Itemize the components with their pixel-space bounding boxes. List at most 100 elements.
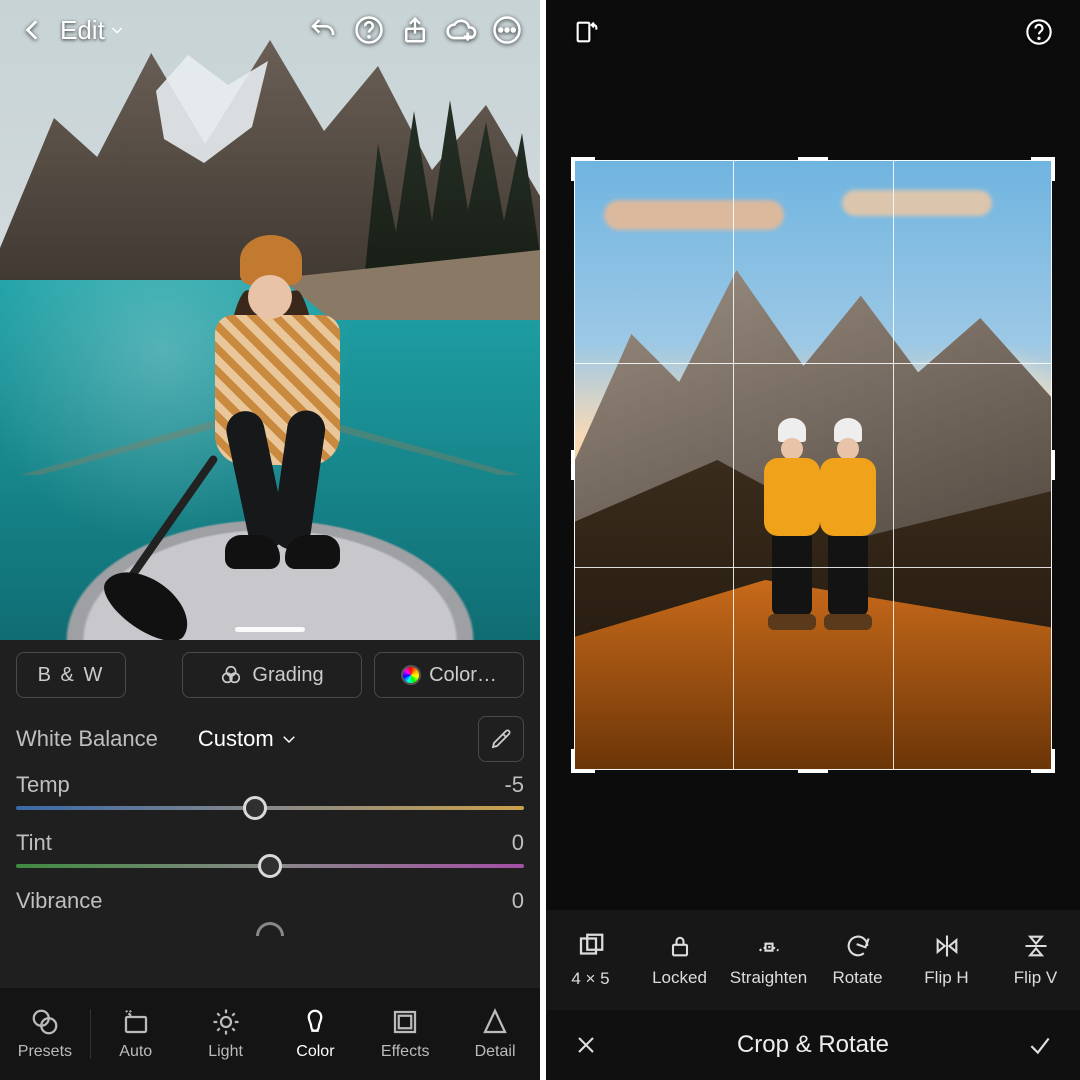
tab-detail[interactable]: Detail — [450, 1007, 540, 1061]
check-icon — [1027, 1032, 1053, 1058]
temp-slider[interactable] — [16, 806, 524, 810]
light-icon — [211, 1007, 241, 1037]
chevron-down-icon — [280, 730, 298, 748]
temp-slider-row: Temp -5 — [0, 768, 540, 812]
tint-slider-row: Tint 0 — [0, 826, 540, 870]
panel-title: Crop & Rotate — [606, 1031, 1020, 1059]
temp-label: Temp — [16, 772, 70, 798]
flip-vertical-icon — [1022, 932, 1050, 960]
tint-slider-knob[interactable] — [258, 854, 282, 878]
color-grading-button[interactable]: Grading — [182, 652, 362, 698]
tab-effects-label: Effects — [381, 1043, 430, 1061]
tab-auto[interactable]: Auto — [91, 1007, 181, 1061]
share-button[interactable] — [392, 7, 438, 53]
help-button[interactable] — [346, 7, 392, 53]
vibrance-label: Vibrance — [16, 888, 102, 914]
crop-handle-right[interactable] — [1051, 450, 1055, 480]
right-screen: 4 × 5 Locked Straighten Rotate Flip H Fl… — [540, 0, 1080, 1080]
detail-icon — [480, 1007, 510, 1037]
crop-handle-top-right[interactable] — [1031, 157, 1055, 181]
undo-button[interactable] — [300, 7, 346, 53]
rotate-label: Rotate — [832, 968, 882, 988]
cloud-sync-button[interactable] — [438, 7, 484, 53]
rotate-orientation-button[interactable] — [564, 9, 610, 55]
left-screen: Edit B & W Grading — [0, 0, 540, 1080]
close-icon — [574, 1033, 598, 1057]
lock-aspect-button[interactable]: Locked — [635, 910, 724, 1010]
mode-dropdown[interactable]: Edit — [56, 15, 129, 46]
vibrance-slider-row: Vibrance 0 — [0, 884, 540, 938]
presets-icon — [30, 1007, 60, 1037]
confirm-button[interactable] — [1020, 1025, 1060, 1065]
crop-frame[interactable] — [574, 160, 1052, 770]
tab-light[interactable]: Light — [181, 1007, 271, 1061]
temp-slider-knob[interactable] — [243, 796, 267, 820]
crop-handle-bottom-left[interactable] — [571, 749, 595, 773]
crop-tool-row: 4 × 5 Locked Straighten Rotate Flip H Fl… — [546, 910, 1080, 1010]
tab-color[interactable]: Color — [270, 1007, 360, 1061]
straighten-label: Straighten — [730, 968, 808, 988]
vibrance-value: 0 — [512, 888, 524, 914]
crop-handle-top[interactable] — [798, 157, 828, 161]
tab-effects[interactable]: Effects — [360, 1007, 450, 1061]
lock-icon — [666, 932, 694, 960]
tab-auto-label: Auto — [119, 1043, 152, 1061]
tint-value: 0 — [512, 830, 524, 856]
color-mix-label: Color… — [429, 664, 497, 687]
top-toolbar — [546, 0, 1080, 64]
aspect-ratio-label: 4 × 5 — [571, 969, 609, 989]
rotate-button[interactable]: Rotate — [813, 910, 902, 1010]
top-toolbar: Edit — [0, 0, 540, 60]
bottom-tab-bar: Presets Auto Light Color Effects Detai — [0, 988, 540, 1080]
flip-vertical-button[interactable]: Flip V — [991, 910, 1080, 1010]
tab-presets[interactable]: Presets — [0, 1007, 90, 1061]
tint-slider[interactable] — [16, 864, 524, 868]
rotate-orientation-icon — [573, 18, 601, 46]
flip-vertical-label: Flip V — [1014, 968, 1057, 988]
tab-light-label: Light — [208, 1043, 243, 1061]
more-button[interactable] — [484, 7, 530, 53]
mode-label: Edit — [60, 15, 105, 46]
crop-handle-top-left[interactable] — [571, 157, 595, 181]
straighten-button[interactable]: Straighten — [724, 910, 813, 1010]
eyedropper-icon — [489, 727, 513, 751]
flip-horizontal-icon — [933, 932, 961, 960]
tab-color-label: Color — [296, 1043, 334, 1061]
color-grading-icon — [220, 664, 242, 686]
temp-value: -5 — [504, 772, 524, 798]
cancel-button[interactable] — [566, 1025, 606, 1065]
crop-handle-bottom-right[interactable] — [1031, 749, 1055, 773]
auto-icon — [121, 1007, 151, 1037]
crop-handle-bottom[interactable] — [798, 769, 828, 773]
color-panel: B & W Grading Color… White Balance Custo… — [0, 640, 540, 1080]
chevron-down-icon — [109, 22, 125, 38]
effects-icon — [390, 1007, 420, 1037]
straighten-icon — [752, 932, 786, 960]
photo-preview[interactable] — [0, 0, 540, 640]
crop-area[interactable] — [574, 160, 1052, 770]
help-icon — [1025, 18, 1053, 46]
white-balance-mode: Custom — [198, 726, 274, 752]
lock-aspect-label: Locked — [652, 968, 707, 988]
aspect-ratio-button[interactable]: 4 × 5 — [546, 910, 635, 1010]
bw-toggle[interactable]: B & W — [16, 652, 126, 698]
color-grading-label: Grading — [252, 664, 323, 687]
flip-horizontal-label: Flip H — [924, 968, 968, 988]
loading-spinner-icon — [256, 922, 284, 936]
help-button[interactable] — [1016, 9, 1062, 55]
white-balance-dropdown[interactable]: Custom — [198, 726, 298, 752]
tab-detail-label: Detail — [475, 1043, 516, 1061]
tint-label: Tint — [16, 830, 52, 856]
eyedropper-button[interactable] — [478, 716, 524, 762]
back-button[interactable] — [10, 7, 56, 53]
aspect-ratio-icon — [576, 931, 606, 961]
rotate-icon — [844, 932, 872, 960]
color-mix-button[interactable]: Color… — [374, 652, 524, 698]
crop-handle-left[interactable] — [571, 450, 575, 480]
color-wheel-icon — [401, 665, 421, 685]
confirm-bar: Crop & Rotate — [546, 1010, 1080, 1080]
tab-presets-label: Presets — [18, 1043, 72, 1061]
panel-drag-handle[interactable] — [235, 627, 305, 632]
flip-horizontal-button[interactable]: Flip H — [902, 910, 991, 1010]
color-icon — [300, 1007, 330, 1037]
